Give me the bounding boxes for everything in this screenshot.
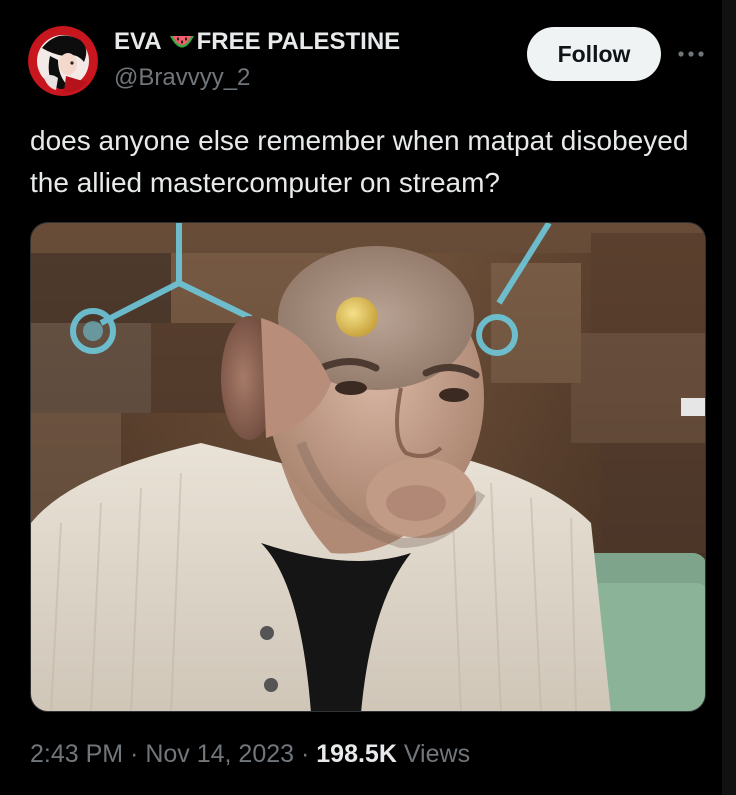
views-count[interactable]: 198.5K: [316, 740, 397, 768]
avatar-image: [28, 26, 98, 96]
tweet-text: does anyone else remember when matpat di…: [30, 125, 689, 198]
views-label: Views: [396, 740, 471, 768]
tweet-time[interactable]: 2:43 PM: [30, 740, 123, 768]
more-options-icon[interactable]: [676, 44, 706, 64]
user-handle[interactable]: @Bravvyy_2: [114, 64, 250, 92]
meta-separator: ·: [294, 740, 317, 768]
watermelon-icon: [168, 32, 196, 52]
scrollbar-edge: [722, 0, 736, 795]
tweet-media-image[interactable]: [30, 222, 706, 712]
tweet-date[interactable]: Nov 14, 2023: [145, 740, 294, 768]
avatar[interactable]: [28, 26, 98, 96]
follow-button[interactable]: Follow: [527, 27, 661, 81]
user-name-part1: EVA: [114, 28, 162, 55]
meta-separator: ·: [123, 740, 146, 768]
photo-illustration: [31, 223, 705, 711]
user-display-name[interactable]: EVA FREE PALESTINE: [114, 28, 400, 56]
user-name-part2: FREE PALESTINE: [196, 28, 401, 55]
tweet-meta: 2:43 PM · Nov 14, 2023 · 198.5K Views: [30, 740, 470, 769]
